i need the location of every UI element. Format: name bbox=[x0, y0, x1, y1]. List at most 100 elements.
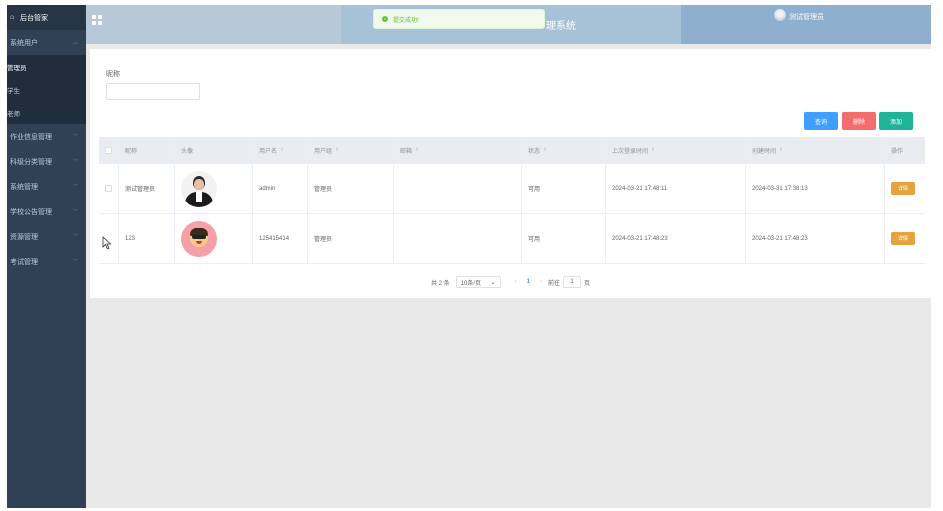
column-label: 操作 bbox=[891, 148, 904, 155]
column-label: 状态 bbox=[528, 148, 541, 155]
sidebar-item-admin[interactable]: 管理员 bbox=[7, 55, 86, 78]
column-label: 头像 bbox=[181, 148, 194, 155]
sidebar-group-label: 考试管理 bbox=[10, 258, 38, 266]
sidebar-item-student[interactable]: 学生 bbox=[7, 78, 86, 101]
sidebar-item-label: 管理员 bbox=[7, 64, 27, 72]
col-avatar: 头像 bbox=[175, 137, 253, 163]
sidebar-group-label: 资源管理 bbox=[10, 233, 38, 241]
username-label[interactable]: 测试管理员 bbox=[789, 12, 824, 22]
sort-icon[interactable]: ⇕ bbox=[779, 147, 783, 153]
detail-button[interactable]: 详情 bbox=[891, 232, 915, 245]
sidebar-item-label: 老师 bbox=[7, 110, 20, 118]
chevron-down-icon: ﹀ bbox=[72, 234, 78, 240]
sidebar-item-label: 学生 bbox=[7, 87, 20, 95]
query-button[interactable]: 查询 bbox=[804, 112, 838, 130]
col-group[interactable]: 用户组 ⇕ bbox=[308, 137, 394, 163]
sidebar-group-resources[interactable]: 资源管理 ﹀ bbox=[7, 224, 86, 249]
table-header-row: 昵称 头像 用户名 ⇕ 用户组 ⇕ 邮箱 ⇕ 状态 ⇕ 上次登录时间 ⇕ 创建时间 ⇕ 操作 bbox=[99, 137, 925, 164]
page-number-current[interactable]: 1 bbox=[527, 279, 530, 285]
check-circle-icon: ✓ bbox=[382, 16, 388, 22]
column-label: 昵称 bbox=[125, 148, 138, 155]
sort-icon[interactable]: ⇕ bbox=[335, 147, 339, 153]
header-user-area[interactable]: 测试管理员 bbox=[681, 5, 931, 44]
cell-avatar bbox=[175, 214, 253, 263]
col-status[interactable]: 状态 ⇕ bbox=[522, 137, 606, 163]
add-button[interactable]: 添加 bbox=[879, 112, 913, 130]
goto-page-input[interactable]: 1 bbox=[563, 276, 581, 288]
mouse-cursor-icon bbox=[102, 236, 112, 250]
menu-grid-icon[interactable] bbox=[92, 15, 102, 25]
sort-icon[interactable]: ⇕ bbox=[280, 147, 284, 153]
pagination: 共 2 条 10条/页 ⌄ ‹ 1 › 前往 1 页 bbox=[90, 276, 931, 288]
content-panel: 昵称 查询 删除 添加 昵称 头像 用户名 ⇕ 用户组 ⇕ 邮箱 ⇕ 状态 ⇕ 上次登录… bbox=[90, 49, 931, 298]
sort-icon[interactable]: ⇕ bbox=[543, 147, 547, 153]
cell-group: 管理员 bbox=[308, 164, 394, 213]
col-email[interactable]: 邮箱 ⇕ bbox=[394, 137, 522, 163]
select-all-checkbox[interactable] bbox=[105, 146, 112, 154]
select-all-cell[interactable] bbox=[99, 137, 119, 163]
cell-last-login: 2024-03-21 17:48:11 bbox=[606, 164, 746, 213]
chevron-down-icon: ⌄ bbox=[490, 279, 496, 286]
table-row[interactable]: 123 125415414 管理员 可用 2024-03-21 17:48:23… bbox=[99, 214, 925, 264]
system-title: 理系统 bbox=[546, 21, 576, 32]
col-action: 操作 bbox=[885, 137, 925, 163]
row-checkbox[interactable] bbox=[105, 185, 112, 192]
sidebar-group-label: 科级分类管理 bbox=[10, 158, 52, 166]
nickname-label: 昵称 bbox=[106, 71, 120, 78]
page-suffix: 页 bbox=[584, 280, 591, 287]
prev-page-icon[interactable]: ‹ bbox=[515, 279, 517, 285]
col-last-login[interactable]: 上次登录时间 ⇕ bbox=[606, 137, 746, 163]
home-icon: ⌂ bbox=[10, 14, 15, 21]
delete-button[interactable]: 删除 bbox=[842, 112, 876, 130]
sort-icon[interactable]: ⇕ bbox=[415, 147, 419, 153]
column-label: 用户名 bbox=[259, 148, 278, 155]
cell-email bbox=[394, 164, 522, 213]
chevron-down-icon: ﹀ bbox=[72, 159, 78, 165]
sidebar-group-label: 作业信息管理 bbox=[10, 133, 52, 141]
cell-created: 2024-03-21 17:48:23 bbox=[746, 214, 885, 263]
sidebar-group-label: 系统用户 bbox=[10, 39, 38, 47]
users-table: 昵称 头像 用户名 ⇕ 用户组 ⇕ 邮箱 ⇕ 状态 ⇕ 上次登录时间 ⇕ 创建时间 ⇕ 操作… bbox=[99, 137, 925, 264]
goto-label: 前往 bbox=[547, 280, 560, 287]
sidebar-group-label: 学校公告管理 bbox=[10, 208, 52, 216]
cell-avatar bbox=[175, 164, 253, 213]
user-avatar[interactable] bbox=[774, 9, 786, 21]
sidebar-title: 后台管家 bbox=[20, 14, 48, 22]
sidebar-group-homework[interactable]: 作业信息管理 ﹀ bbox=[7, 124, 86, 149]
nickname-search-input[interactable] bbox=[106, 83, 200, 100]
sidebar-group-notice[interactable]: 学校公告管理 ﹀ bbox=[7, 199, 86, 224]
cell-status: 可用 bbox=[522, 214, 606, 263]
next-page-icon[interactable]: › bbox=[540, 279, 542, 285]
column-label: 用户组 bbox=[314, 148, 333, 155]
sidebar-group-category[interactable]: 科级分类管理 ﹀ bbox=[7, 149, 86, 174]
chevron-up-icon: ︿ bbox=[72, 40, 78, 46]
success-toast: ✓ 提交成功! bbox=[373, 9, 545, 29]
col-username[interactable]: 用户名 ⇕ bbox=[253, 137, 308, 163]
cell-nickname: 123 bbox=[119, 214, 175, 263]
detail-button[interactable]: 详情 bbox=[891, 182, 915, 195]
cell-username: admin bbox=[253, 164, 308, 213]
pagination-total: 共 2 条 bbox=[430, 280, 450, 287]
user-avatar-image bbox=[181, 170, 217, 207]
cell-group: 管理员 bbox=[308, 214, 394, 263]
sidebar-group-system-users[interactable]: 系统用户 ︿ bbox=[7, 30, 86, 55]
cell-created: 2024-03-31 17:38:13 bbox=[746, 164, 885, 213]
sidebar-group-exam[interactable]: 考试管理 ﹀ bbox=[7, 249, 86, 274]
page-size-value: 10条/页 bbox=[460, 280, 481, 287]
chevron-down-icon: ﹀ bbox=[72, 209, 78, 215]
sort-icon[interactable]: ⇕ bbox=[651, 147, 655, 153]
table-row[interactable]: 测试管理员 admin 管理员 可用 2024-03-21 17:48:11 2… bbox=[99, 164, 925, 214]
column-label: 创建时间 bbox=[752, 148, 777, 155]
sidebar-group-system[interactable]: 系统管理 ﹀ bbox=[7, 174, 86, 199]
sidebar-header[interactable]: ⌂ 后台管家 bbox=[7, 5, 86, 30]
page-size-select[interactable]: 10条/页 ⌄ bbox=[455, 276, 501, 288]
chevron-down-icon: ﹀ bbox=[72, 184, 78, 190]
sidebar: ⌂ 后台管家 系统用户 ︿ 管理员 学生 老师 作业信息管理 ﹀ 科级分类管理 ﹀ … bbox=[7, 5, 86, 508]
column-label: 上次登录时间 bbox=[612, 148, 649, 155]
sidebar-item-teacher[interactable]: 老师 bbox=[7, 101, 86, 124]
main-content: 昵称 查询 删除 添加 昵称 头像 用户名 ⇕ 用户组 ⇕ 邮箱 ⇕ 状态 ⇕ 上次登录… bbox=[86, 44, 931, 508]
col-nickname: 昵称 bbox=[119, 137, 175, 163]
chevron-down-icon: ﹀ bbox=[72, 134, 78, 140]
col-created[interactable]: 创建时间 ⇕ bbox=[746, 137, 885, 163]
cell-nickname: 测试管理员 bbox=[119, 164, 175, 213]
